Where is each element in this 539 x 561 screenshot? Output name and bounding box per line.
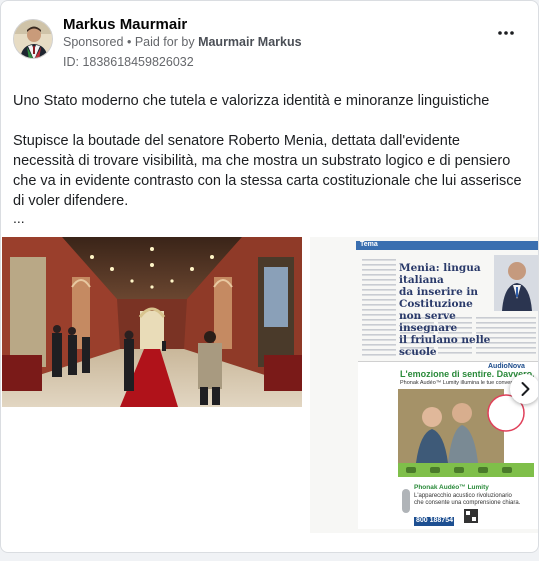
author-name[interactable]: Markus Maurmair: [63, 16, 187, 33]
headline-line-1: Menia: lingua italiana: [399, 262, 481, 286]
paid-for-prefix: Paid for by: [134, 35, 195, 49]
chevron-right-icon: [521, 382, 530, 396]
carousel-next-button[interactable]: [510, 374, 538, 404]
post-paragraph-1: Uno Stato moderno che tutela e valorizza…: [13, 93, 490, 109]
post-card: Markus Maurmair Sponsored • Paid for by …: [0, 0, 539, 553]
avatar-portrait: [14, 20, 52, 58]
sponsored-label: Sponsored: [63, 35, 124, 49]
post-body: Uno Stato moderno che tutela e valorizza…: [13, 91, 523, 231]
carousel-image-hall[interactable]: [2, 237, 302, 407]
ad-product-desc-1: L'apparecchio acustico rivoluzionario: [414, 493, 512, 499]
newspaper-headline: Menia: lingua italiana da inserire in Co…: [399, 262, 493, 358]
media-carousel: Tema Menia: lingua italiana da inserire …: [1, 237, 538, 533]
separator-dot: •: [126, 35, 135, 49]
avatar[interactable]: [13, 19, 53, 59]
headline-line-3: non serve insegnare: [399, 310, 458, 334]
payer-name: Maurmair Markus: [198, 35, 302, 49]
post-header: Markus Maurmair Sponsored • Paid for by …: [13, 15, 526, 71]
ad-product-desc-2: che consente una comprensione chiara.: [414, 500, 521, 506]
ad-id: ID: 1838618459826032: [63, 55, 194, 69]
ad-phone: 800 188754: [416, 517, 453, 524]
sponsored-line: Sponsored • Paid for by Maurmair Markus: [63, 35, 302, 49]
carousel-image-newspaper[interactable]: Tema Menia: lingua italiana da inserire …: [310, 237, 538, 533]
ad-product: Phonak Audéo™ Lumity: [414, 484, 489, 491]
more-options-icon[interactable]: [496, 25, 516, 41]
see-more-ellipsis[interactable]: ...: [13, 210, 25, 226]
headline-line-4: il friulano nelle scuole: [399, 334, 491, 358]
headline-line-2: da inserire in Costituzione: [399, 286, 479, 310]
post-paragraph-2: Stupisce la boutade del senatore Roberto…: [13, 133, 522, 209]
newspaper-section: Tema: [360, 241, 378, 248]
